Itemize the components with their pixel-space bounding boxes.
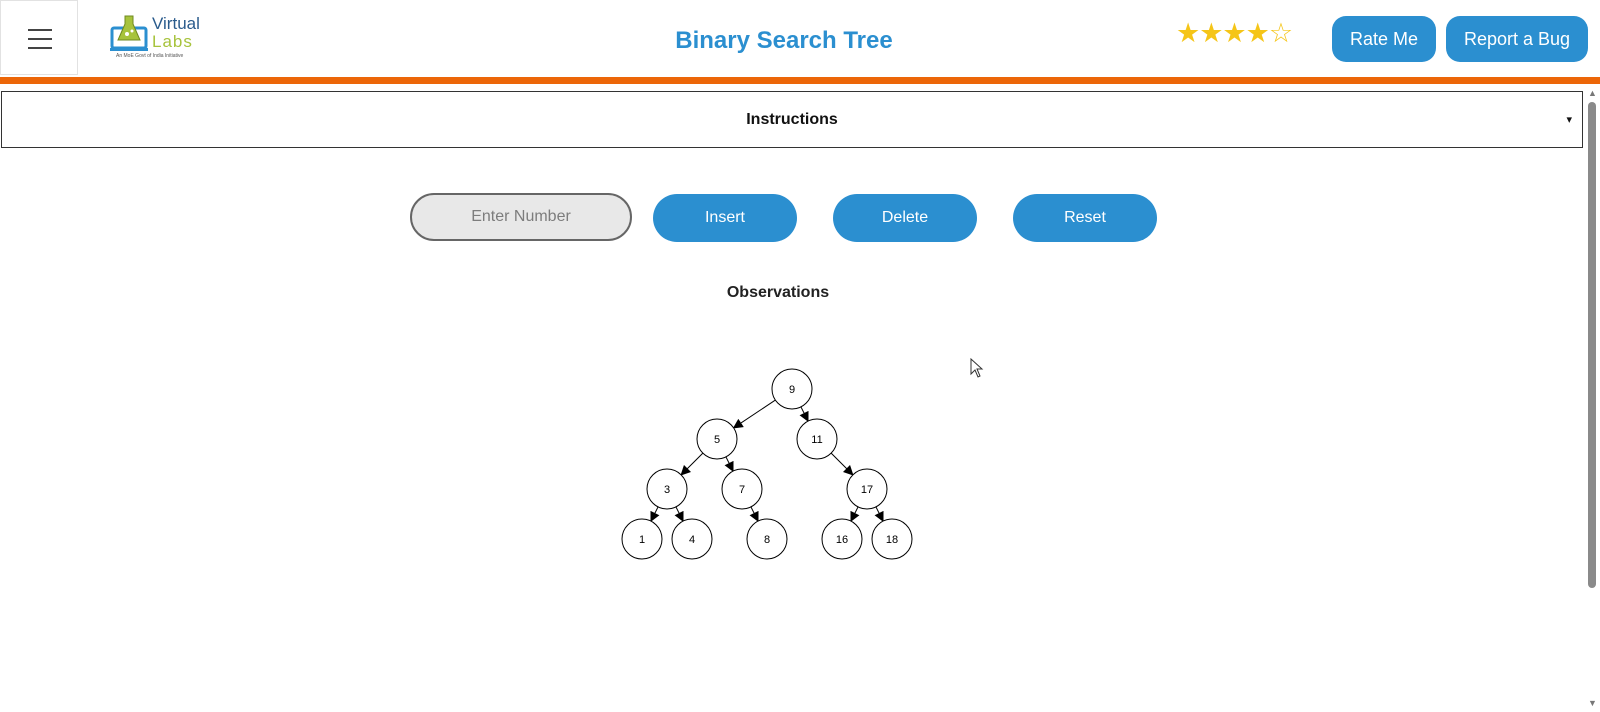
tree-node-18: 18 bbox=[871, 518, 913, 560]
tree-node-17: 17 bbox=[846, 468, 888, 510]
tree-node-3: 3 bbox=[646, 468, 688, 510]
mouse-cursor-icon bbox=[970, 358, 984, 378]
tree-node-label: 16 bbox=[836, 534, 848, 546]
tree-node-label: 1 bbox=[639, 534, 645, 546]
bst-canvas: 9 5 11 3 7 17 1 4 8 16 18 bbox=[621, 368, 913, 560]
tree-node-8: 8 bbox=[746, 518, 788, 560]
tree-edge-17-16 bbox=[850, 506, 860, 523]
tree-node-label: 7 bbox=[739, 484, 745, 496]
tree-edge-5-3 bbox=[680, 452, 704, 476]
tree-node-label: 18 bbox=[886, 534, 898, 546]
tree-node-label: 9 bbox=[789, 384, 795, 396]
tree-node-label: 5 bbox=[714, 434, 720, 446]
tree-node-7: 7 bbox=[721, 468, 763, 510]
tree-node-label: 3 bbox=[664, 484, 670, 496]
tree-node-11: 11 bbox=[796, 418, 838, 460]
tree-node-label: 8 bbox=[764, 534, 770, 546]
tree-edge-5-7 bbox=[724, 456, 734, 473]
tree-node-label: 17 bbox=[861, 484, 873, 496]
tree-edge-17-18 bbox=[874, 506, 884, 523]
tree-node-1: 1 bbox=[621, 518, 663, 560]
tree-edge-11-17 bbox=[830, 452, 854, 476]
tree-node-4: 4 bbox=[671, 518, 713, 560]
tree-edge-3-4 bbox=[674, 506, 684, 523]
tree-node-16: 16 bbox=[821, 518, 863, 560]
tree-edge-7-8 bbox=[749, 506, 759, 523]
tree-edge-9-11 bbox=[799, 406, 809, 423]
tree-edge-9-5 bbox=[732, 399, 776, 429]
tree-node-label: 11 bbox=[811, 434, 822, 446]
tree-edge-3-1 bbox=[650, 506, 660, 523]
tree-node-5: 5 bbox=[696, 418, 738, 460]
tree-node-9: 9 bbox=[771, 368, 813, 410]
tree-node-label: 4 bbox=[689, 534, 695, 546]
